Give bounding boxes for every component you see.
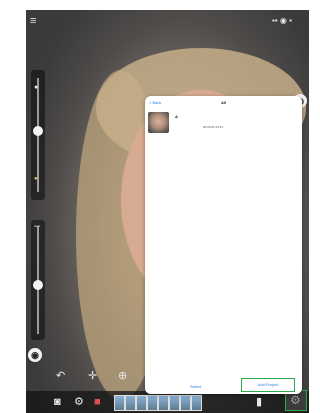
timeline-thumb[interactable] — [147, 395, 158, 411]
timeline-thumb[interactable] — [125, 395, 136, 411]
timeline-thumb[interactable] — [180, 395, 191, 411]
timeline-thumb[interactable] — [114, 395, 125, 411]
exposure-knob[interactable] — [33, 126, 43, 136]
project-name: A — [175, 114, 178, 119]
eye-left-icon[interactable]: ◉ — [28, 348, 42, 362]
panel-title: All — [220, 100, 227, 105]
settings-icon[interactable]: ⚙ — [74, 396, 84, 408]
timeline-thumb[interactable] — [158, 395, 169, 411]
minus-icon: – — [34, 220, 41, 232]
zoom-slider[interactable]: – — [31, 220, 45, 340]
timeline-strip[interactable] — [114, 391, 264, 413]
timeline-thumb[interactable] — [191, 395, 202, 411]
timeline-thumb[interactable] — [169, 395, 180, 411]
delete-icon[interactable]: ▮ — [256, 396, 262, 408]
project-item[interactable]: A 00:00:01 00:21 — [145, 112, 302, 136]
exposure-slider[interactable]: ● ● — [31, 70, 45, 200]
camera-icon[interactable]: ◙ — [54, 396, 61, 408]
add-project-button[interactable]: Add Project — [241, 378, 295, 392]
panel-footer: Select Add Project — [145, 376, 302, 394]
panel-header: < Back All — [145, 96, 302, 110]
gear-icon: ⚙ — [290, 393, 301, 407]
project-thumbnail — [148, 112, 169, 133]
undo-icon[interactable]: ↶ — [56, 370, 65, 382]
sun-icon: ● — [34, 84, 39, 91]
zoom-knob[interactable] — [33, 280, 43, 290]
top-bar: ≡ ▪▪ ◉ ▪ — [26, 10, 309, 32]
timeline-thumb[interactable] — [136, 395, 147, 411]
move-icon[interactable]: ✛ — [88, 370, 97, 382]
record-icon[interactable]: ■ — [94, 396, 101, 408]
bottom-toolbar: ◙ ⚙ ■ ▮ ⚙ — [26, 390, 309, 413]
menu-icon[interactable]: ≡ — [30, 15, 36, 27]
crop-icon[interactable]: ⊕ — [118, 370, 127, 382]
sun-small-icon: ● — [34, 176, 38, 182]
projects-panel: < Back All A 00:00:01 00:21 Select Add P… — [145, 96, 302, 394]
status-icons: ▪▪ ◉ ▪ — [272, 16, 292, 25]
project-time: 00:00:01 00:21 — [203, 125, 224, 129]
camera-viewfinder: ≡ ▪▪ ◉ ▪ ● ● – ◉ ◉ ↶ ✛ ⊕ ◙ ⚙ ■ ▮ — [26, 10, 309, 413]
edit-controls: ↶ ✛ ⊕ — [52, 367, 152, 385]
select-button[interactable]: Select — [190, 384, 201, 389]
